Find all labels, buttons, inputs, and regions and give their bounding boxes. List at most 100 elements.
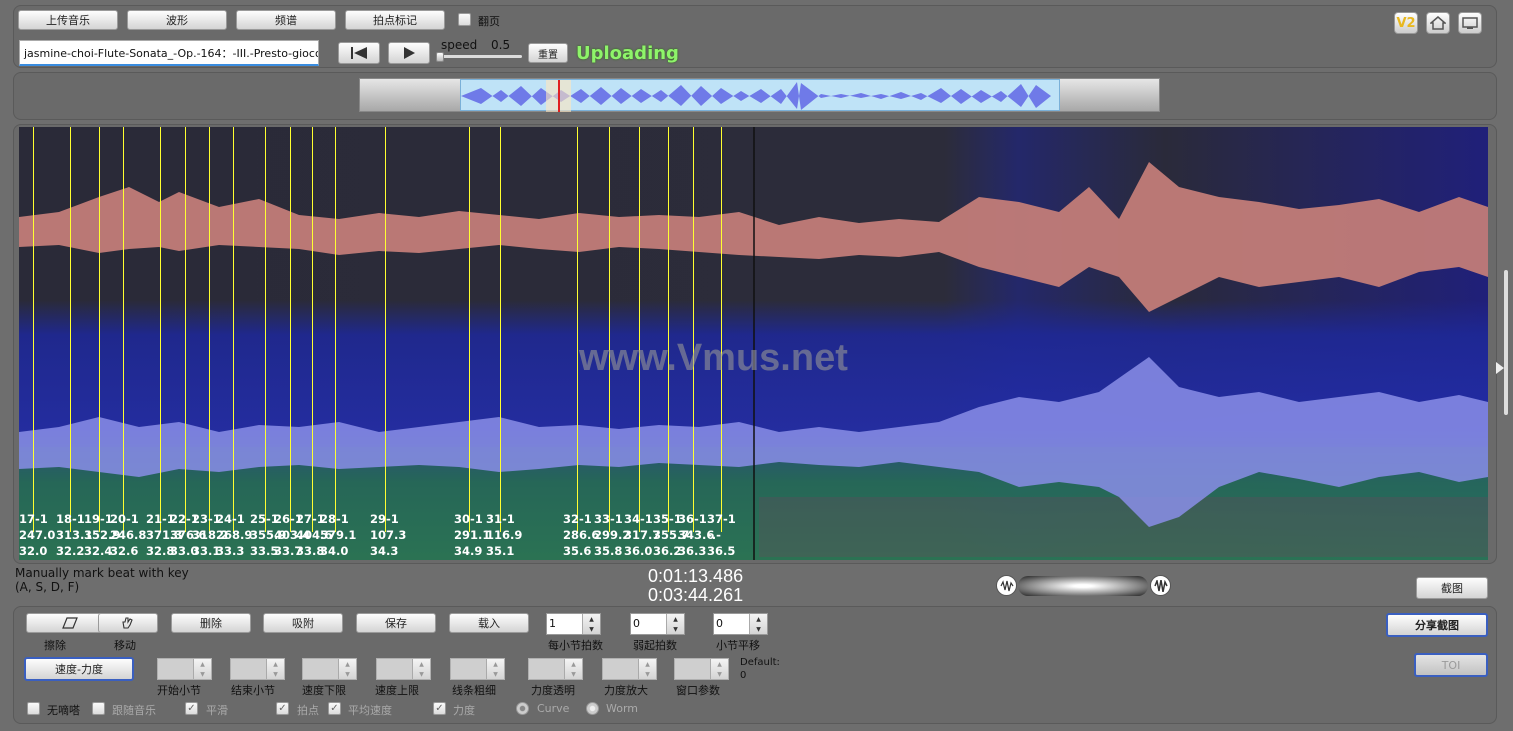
beat-line[interactable] <box>160 127 161 532</box>
move-label: 移动 <box>114 639 136 652</box>
tempo-upper-label: 速度上限 <box>375 684 419 697</box>
beat-line[interactable] <box>469 127 470 532</box>
load-button[interactable]: 载入 <box>449 613 529 633</box>
dynamics-zoom-stepper[interactable]: ▲ ▼ <box>602 658 657 680</box>
beat-label: 17-1 247.0 32.0 <box>19 512 56 558</box>
display-button[interactable] <box>1458 12 1482 34</box>
hint-line1: Manually mark beat with key <box>15 566 189 580</box>
beat-line[interactable] <box>668 127 669 532</box>
total-time: 0:03:44.261 <box>648 585 744 605</box>
reset-button[interactable]: 重置 <box>528 43 568 63</box>
share-screenshot-button[interactable]: 分享截图 <box>1386 613 1488 637</box>
page-turn-label: 翻页 <box>478 15 500 28</box>
v2-badge[interactable]: V2 <box>1394 12 1418 34</box>
window-params-label: 窗口参数 <box>676 684 720 697</box>
start-bar-stepper[interactable]: ▲ ▼ <box>157 658 212 680</box>
waveform-small-icon <box>996 575 1017 596</box>
beat-line[interactable] <box>639 127 640 532</box>
beat-labels: 17-1 247.0 32.0 18-1 313.1 32.2 19-1 352.9 32.… <box>19 511 779 559</box>
move-button[interactable] <box>98 613 158 633</box>
beat-point-checkbox[interactable]: ✓ <box>276 702 289 715</box>
curve-label: Curve <box>537 702 570 715</box>
overview-playhead <box>558 80 560 112</box>
follow-music-checkbox[interactable] <box>92 702 105 715</box>
beat-line[interactable] <box>385 127 386 532</box>
vertical-scrollbar[interactable] <box>1504 270 1508 415</box>
beat-line[interactable] <box>123 127 124 532</box>
beat-line[interactable] <box>33 127 34 532</box>
beat-line[interactable] <box>185 127 186 532</box>
overview-track[interactable] <box>359 78 1160 112</box>
end-bar-stepper[interactable]: ▲ ▼ <box>230 658 285 680</box>
default-value: 0 <box>740 670 747 681</box>
dynamics-label: 力度 <box>453 704 475 717</box>
smooth-checkbox[interactable]: ✓ <box>185 702 198 715</box>
page-turn-checkbox[interactable] <box>458 13 471 26</box>
beat-line[interactable] <box>265 127 266 532</box>
speed-slider-thumb[interactable] <box>436 52 444 62</box>
filename-field[interactable]: jasmine-choi-Flute-Sonata_-Op.-164：-III.… <box>19 40 319 66</box>
hint-line2: (A, S, D, F) <box>15 580 80 594</box>
speed-slider[interactable] <box>436 52 522 62</box>
beat-label: 31-1 116.9 35.1 <box>486 512 523 558</box>
volume-slider[interactable] <box>1018 576 1148 596</box>
beat-line[interactable] <box>312 127 313 532</box>
beat-line[interactable] <box>609 127 610 532</box>
beat-line[interactable] <box>290 127 291 532</box>
overview-playhead-region[interactable] <box>546 80 571 112</box>
beat-line[interactable] <box>335 127 336 532</box>
toi-button[interactable]: TOI <box>1414 653 1488 677</box>
avg-tempo-label: 平均速度 <box>348 704 392 717</box>
beat-line[interactable] <box>721 127 722 532</box>
worm-radio[interactable] <box>586 702 599 715</box>
smooth-label: 平滑 <box>206 704 228 717</box>
weak-beats-stepper[interactable]: 0 ▲ ▼ <box>630 613 685 635</box>
avg-tempo-checkbox[interactable]: ✓ <box>328 702 341 715</box>
delete-button[interactable]: 删除 <box>171 613 251 633</box>
beat-line[interactable] <box>577 127 578 532</box>
beat-mark-button[interactable]: 拍点标记 <box>345 10 445 30</box>
beat-line[interactable] <box>500 127 501 532</box>
dynamics-checkbox[interactable]: ✓ <box>433 702 446 715</box>
beat-line[interactable] <box>99 127 100 532</box>
home-icon <box>1430 16 1446 30</box>
upload-music-button[interactable]: 上传音乐 <box>18 10 118 30</box>
no-tick-checkbox[interactable] <box>27 702 40 715</box>
spectrogram-view[interactable]: www.Vmus.net 17-1 247.0 32.0 18-1 313.1 32.2… <box>19 127 1488 560</box>
dynamics-transparency-stepper[interactable]: ▲ ▼ <box>528 658 583 680</box>
volume-control[interactable] <box>996 575 1172 597</box>
play-button[interactable] <box>388 42 430 64</box>
snap-button[interactable]: 吸附 <box>263 613 343 633</box>
beat-label: 28-1 579.1 34.0 <box>320 512 357 558</box>
save-button[interactable]: 保存 <box>356 613 436 633</box>
start-bar-label: 开始小节 <box>157 684 201 697</box>
bar-shift-label: 小节平移 <box>716 639 760 652</box>
side-expand-arrow[interactable] <box>1496 362 1504 374</box>
tempo-lower-stepper[interactable]: ▲ ▼ <box>302 658 357 680</box>
tempo-lower-label: 速度下限 <box>302 684 346 697</box>
bar-shift-stepper[interactable]: 0 ▲ ▼ <box>713 613 768 635</box>
beat-line[interactable] <box>693 127 694 532</box>
line-thickness-stepper[interactable]: ▲ ▼ <box>450 658 505 680</box>
end-bar-label: 结束小节 <box>231 684 275 697</box>
tempo-upper-stepper[interactable]: ▲ ▼ <box>376 658 431 680</box>
hand-icon <box>122 617 133 629</box>
overview-visible-region[interactable] <box>460 79 1060 112</box>
beat-line[interactable] <box>70 127 71 532</box>
speed-label: speed <box>441 38 478 52</box>
beat-label: 29-1 107.3 34.3 <box>370 512 407 558</box>
spectrum-button[interactable]: 频谱 <box>236 10 336 30</box>
window-params-stepper[interactable]: ▲ ▼ <box>674 658 729 680</box>
speed-value: 0.5 <box>491 38 511 52</box>
beat-line[interactable] <box>233 127 234 532</box>
waveform-large-icon <box>1150 575 1171 596</box>
screenshot-button[interactable]: 截图 <box>1416 577 1488 599</box>
waveform-button[interactable]: 波形 <box>127 10 227 30</box>
monitor-icon <box>1462 17 1478 29</box>
beats-per-bar-stepper[interactable]: 1 ▲ ▼ <box>546 613 601 635</box>
home-button[interactable] <box>1426 12 1450 34</box>
tempo-dynamics-button[interactable]: 速度-力度 <box>24 657 134 681</box>
rewind-button[interactable] <box>338 42 380 64</box>
beat-line[interactable] <box>209 127 210 532</box>
curve-radio[interactable] <box>516 702 529 715</box>
